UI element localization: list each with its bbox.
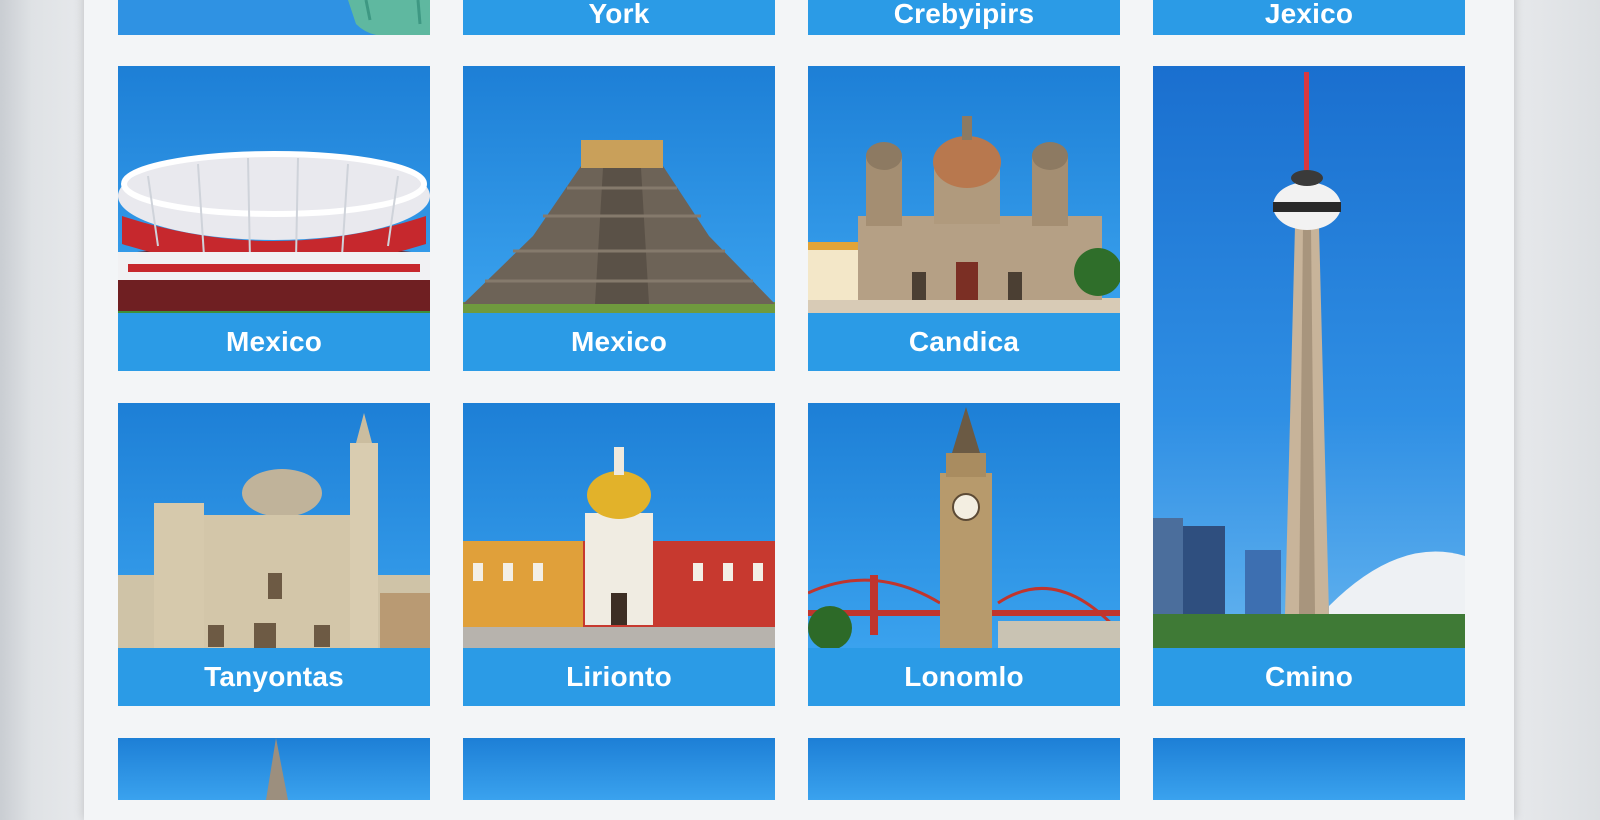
cn-tower-icon — [1153, 72, 1465, 648]
tile-label: Candica — [808, 313, 1120, 371]
tile-bottom-2[interactable] — [463, 738, 775, 800]
tile-label: Lonomlo — [808, 648, 1120, 706]
tile-top-1[interactable] — [118, 0, 430, 35]
statue-of-liberty-icon — [348, 0, 430, 35]
tile-mexico-stadium[interactable]: Mexico — [118, 66, 430, 371]
tile-bottom-3[interactable] — [808, 738, 1120, 800]
tile-top-4[interactable]: Jexico — [1153, 0, 1465, 35]
tile-photo — [463, 738, 775, 800]
tile-label: Lirionto — [463, 648, 775, 706]
tile-bottom-4[interactable] — [1153, 738, 1465, 800]
church-icon — [118, 413, 430, 648]
tile-label: Mexico — [463, 313, 775, 371]
tile-top-4-label: Jexico — [1153, 0, 1465, 35]
tile-photo — [808, 738, 1120, 800]
tile-tanyontas-church[interactable]: Tanyontas — [118, 403, 430, 706]
tile-label: Cmino — [1153, 648, 1465, 706]
tile-cmino-tower[interactable]: Cmino — [1153, 66, 1465, 706]
spire-icon — [266, 738, 288, 800]
tile-bottom-1[interactable] — [118, 738, 430, 800]
tile-top-3[interactable]: Crebyipirs — [808, 0, 1120, 35]
tile-label: Mexico — [118, 313, 430, 371]
tile-candica-cathedral[interactable]: Candica — [808, 66, 1120, 371]
stadium-icon — [118, 151, 430, 313]
palace-icon — [463, 447, 775, 648]
tile-lirionto-palace[interactable]: Lirionto — [463, 403, 775, 706]
tile-photo — [1153, 738, 1465, 800]
tile-label: Tanyontas — [118, 648, 430, 706]
tile-top-2[interactable]: York — [463, 0, 775, 35]
cathedral-icon — [808, 116, 1120, 313]
tile-lonomlo-tower[interactable]: Lonomlo — [808, 403, 1120, 706]
clock-tower-icon — [808, 407, 1120, 648]
tile-top-2-label: York — [463, 0, 775, 35]
tile-mexico-pyramid[interactable]: Mexico — [463, 66, 775, 371]
tile-top-3-label: Crebyipirs — [808, 0, 1120, 35]
pyramid-icon — [463, 140, 775, 313]
